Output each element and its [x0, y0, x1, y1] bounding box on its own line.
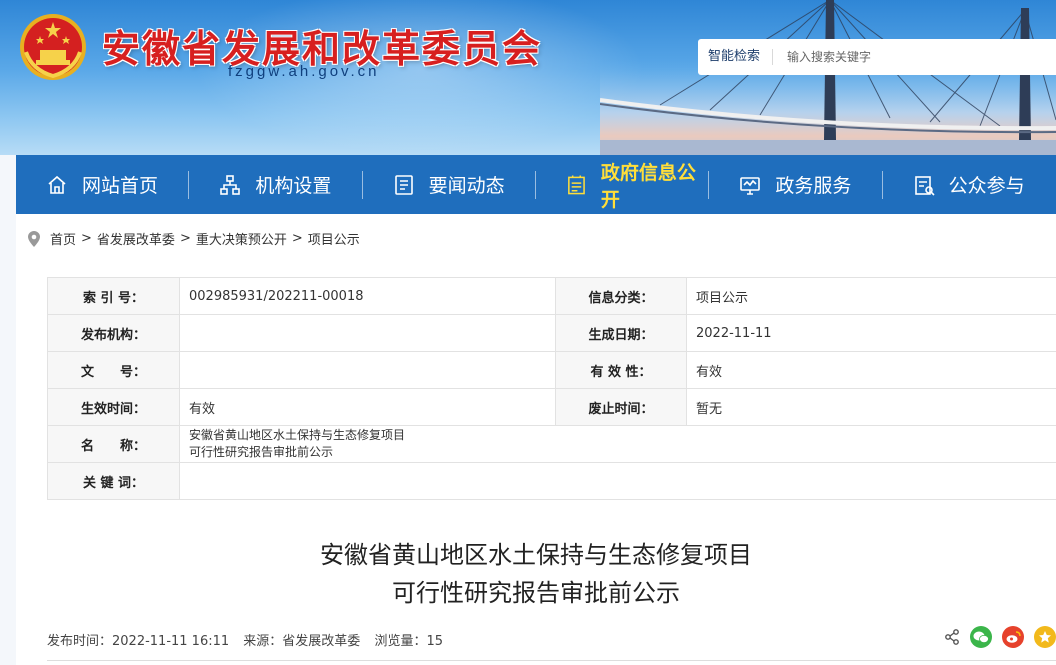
table-row: 生效时间： 有效 废止时间： 暂无: [47, 388, 1056, 426]
breadcrumb-home[interactable]: 首页: [50, 229, 76, 248]
org-chart-icon: [220, 174, 241, 195]
content-panel: 首页 > 省发展改革委 > 重大决策预公开 > 项目公示 索 引 号： 0029…: [16, 214, 1056, 665]
site-domain: fzggw.ah.gov.cn: [228, 63, 380, 80]
nav-item-home[interactable]: 网站首页: [16, 155, 190, 214]
qzone-icon[interactable]: [1034, 626, 1056, 648]
validity-label: 有 效 性：: [555, 351, 687, 389]
article-info: 发布时间：2022-11-11 16:11 来源：省发展改革委 浏览量：15: [47, 630, 453, 649]
name-line-2: 可行性研究报告审批前公示: [189, 445, 334, 459]
name-label: 名 称：: [47, 425, 180, 463]
breadcrumb-separator: >: [179, 231, 191, 246]
publisher-label: 发布机构：: [47, 314, 180, 352]
monitor-icon: [740, 176, 761, 195]
breadcrumb-decision[interactable]: 重大决策预公开: [196, 229, 287, 248]
breadcrumb-separator: >: [291, 231, 303, 246]
search-input[interactable]: [773, 50, 1024, 64]
nav-label: 政务服务: [775, 175, 852, 197]
nav-label: 公众参与: [948, 175, 1025, 197]
created-value: 2022-11-11: [686, 314, 1056, 352]
validity-value: 有效: [686, 351, 1056, 389]
name-value: 安徽省黄山地区水土保持与生态修复项目 可行性研究报告审批前公示: [179, 425, 1056, 463]
search-bar: 智能检索: [698, 39, 1056, 75]
article-source: 来源：省发展改革委: [243, 634, 361, 649]
nav-item-services[interactable]: 政务服务: [709, 155, 883, 214]
index-value: 002985931/202211-00018: [179, 277, 556, 315]
table-row: 发布机构： 生成日期： 2022-11-11: [47, 314, 1056, 352]
location-pin-icon: [28, 230, 40, 247]
breadcrumb-separator: >: [81, 231, 92, 246]
keywords-label: 关 键 词：: [47, 462, 180, 500]
divider: [47, 660, 1056, 661]
nav-item-public[interactable]: 公众参与: [883, 155, 1056, 214]
home-icon: [48, 175, 66, 194]
form-icon: [914, 175, 935, 196]
nav-label: 政府信息公开: [600, 161, 696, 211]
share-icon[interactable]: [944, 629, 960, 645]
article-title: 安徽省黄山地区水土保持与生态修复项目 可行性研究报告审批前公示: [16, 536, 1056, 612]
table-row: 文 号： 有 效 性： 有效: [47, 351, 1056, 389]
name-line-1: 安徽省黄山地区水土保持与生态修复项目: [189, 428, 406, 442]
share-bar: [944, 626, 1056, 648]
created-label: 生成日期：: [555, 314, 687, 352]
nav-label: 要闻动态: [428, 175, 505, 197]
national-emblem-icon: [20, 14, 86, 80]
publish-time: 发布时间：2022-11-11 16:11: [47, 634, 230, 649]
publisher-value: [179, 314, 556, 352]
site-header: 安徽省发展和改革委员会 fzggw.ah.gov.cn 智能检索 输入搜索关键字: [0, 0, 1056, 155]
bridge-image: [600, 0, 1056, 155]
category-label: 信息分类：: [555, 277, 687, 315]
breadcrumb: 首页 > 省发展改革委 > 重大决策预公开 > 项目公示: [28, 229, 360, 248]
document-icon: [568, 174, 585, 194]
nav-label: 机构设置: [255, 175, 332, 197]
breadcrumb-current[interactable]: 项目公示: [308, 229, 360, 248]
expiry-value: 暂无: [686, 388, 1056, 426]
nav-label: 网站首页: [82, 175, 159, 197]
effective-label: 生效时间：: [47, 388, 180, 426]
view-count: 浏览量：15: [374, 634, 443, 649]
nav-item-organization[interactable]: 机构设置: [189, 155, 363, 214]
nav-item-news[interactable]: 要闻动态: [363, 155, 536, 214]
wechat-icon[interactable]: [970, 626, 992, 648]
breadcrumb-agency[interactable]: 省发展改革委: [97, 229, 175, 248]
table-row: 关 键 词：: [47, 462, 1056, 500]
category-value: 项目公示: [686, 277, 1056, 315]
metadata-table: 索 引 号： 002985931/202211-00018 信息分类： 项目公示…: [47, 277, 1056, 500]
table-row: 索 引 号： 002985931/202211-00018 信息分类： 项目公示: [47, 277, 1056, 315]
main-nav: 网站首页 机构设置 要闻动态 政府信息公开 政务服务 公众参与: [16, 155, 1056, 214]
doc-number-value: [179, 351, 556, 389]
weibo-icon[interactable]: [1002, 626, 1024, 648]
news-icon: [394, 174, 413, 195]
effective-value: 有效: [179, 388, 556, 426]
doc-number-label: 文 号：: [47, 351, 180, 389]
table-row: 名 称： 安徽省黄山地区水土保持与生态修复项目 可行性研究报告审批前公示: [47, 425, 1056, 463]
expiry-label: 废止时间：: [555, 388, 687, 426]
nav-item-gov-info[interactable]: 政府信息公开: [536, 155, 710, 214]
index-label: 索 引 号：: [47, 277, 180, 315]
article-title-line-1: 安徽省黄山地区水土保持与生态修复项目: [320, 541, 752, 569]
article-title-line-2: 可行性研究报告审批前公示: [392, 579, 680, 607]
search-label[interactable]: 智能检索: [698, 49, 774, 65]
keywords-value: [179, 462, 1056, 500]
